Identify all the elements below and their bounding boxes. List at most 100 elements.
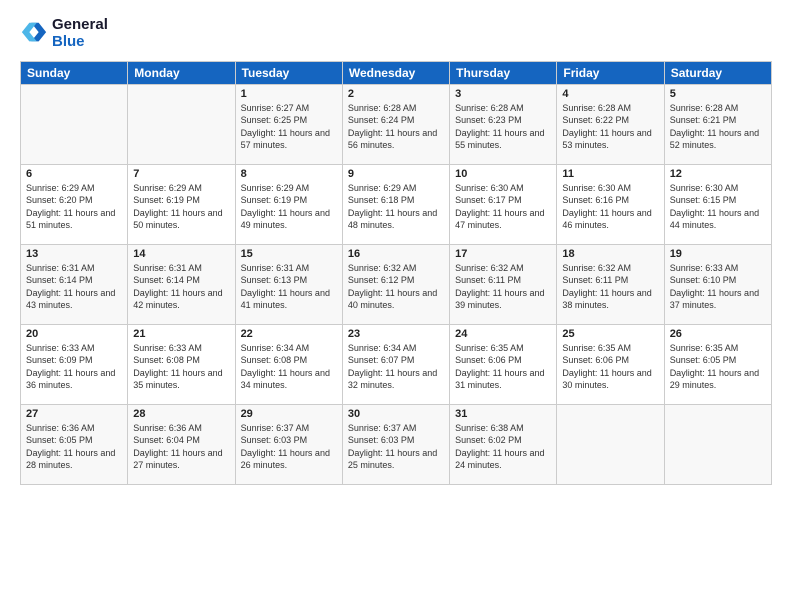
week-row-1: 1 Sunrise: 6:27 AM Sunset: 6:25 PM Daylig… [21,84,772,164]
cell-4-3: 22 Sunrise: 6:34 AM Sunset: 6:08 PM Dayli… [235,324,342,404]
cell-info: Sunrise: 6:28 AM Sunset: 6:22 PM Dayligh… [562,102,658,152]
day-number: 11 [562,168,658,180]
day-number: 4 [562,88,658,100]
cell-info: Sunrise: 6:36 AM Sunset: 6:05 PM Dayligh… [26,422,122,472]
cell-5-2: 28 Sunrise: 6:36 AM Sunset: 6:04 PM Dayli… [128,404,235,484]
col-header-wednesday: Wednesday [342,61,449,84]
cell-info: Sunrise: 6:37 AM Sunset: 6:03 PM Dayligh… [348,422,444,472]
week-row-2: 6 Sunrise: 6:29 AM Sunset: 6:20 PM Daylig… [21,164,772,244]
col-header-saturday: Saturday [664,61,771,84]
cell-info: Sunrise: 6:29 AM Sunset: 6:20 PM Dayligh… [26,182,122,232]
cell-2-5: 10Sunrise: 6:30 AM Sunset: 6:17 PM Dayli… [450,164,557,244]
header: General Blue [20,16,772,51]
cell-info: Sunrise: 6:29 AM Sunset: 6:19 PM Dayligh… [241,182,337,232]
day-number: 13 [26,248,122,260]
cell-info: Sunrise: 6:32 AM Sunset: 6:12 PM Dayligh… [348,262,444,312]
calendar-table: SundayMondayTuesdayWednesdayThursdayFrid… [20,61,772,485]
logo: General Blue [20,16,108,51]
cell-info: Sunrise: 6:29 AM Sunset: 6:19 PM Dayligh… [133,182,229,232]
col-header-sunday: Sunday [21,61,128,84]
col-header-thursday: Thursday [450,61,557,84]
cell-3-4: 16Sunrise: 6:32 AM Sunset: 6:12 PM Dayli… [342,244,449,324]
cell-1-6: 4 Sunrise: 6:28 AM Sunset: 6:22 PM Daylig… [557,84,664,164]
day-number: 23 [348,328,444,340]
cell-info: Sunrise: 6:35 AM Sunset: 6:06 PM Dayligh… [455,342,551,392]
cell-1-5: 3 Sunrise: 6:28 AM Sunset: 6:23 PM Daylig… [450,84,557,164]
col-header-tuesday: Tuesday [235,61,342,84]
day-number: 3 [455,88,551,100]
cell-5-4: 30 Sunrise: 6:37 AM Sunset: 6:03 PM Dayli… [342,404,449,484]
day-number: 26 [670,328,766,340]
cell-info: Sunrise: 6:30 AM Sunset: 6:15 PM Dayligh… [670,182,766,232]
cell-info: Sunrise: 6:36 AM Sunset: 6:04 PM Dayligh… [133,422,229,472]
cell-1-1 [21,84,128,164]
cell-3-7: 19 Sunrise: 6:33 AM Sunset: 6:10 PM Dayli… [664,244,771,324]
cell-info: Sunrise: 6:30 AM Sunset: 6:17 PM Dayligh… [455,182,551,232]
col-header-monday: Monday [128,61,235,84]
day-number: 9 [348,168,444,180]
week-row-4: 20Sunrise: 6:33 AM Sunset: 6:09 PM Dayli… [21,324,772,404]
cell-info: Sunrise: 6:31 AM Sunset: 6:14 PM Dayligh… [133,262,229,312]
day-number: 15 [241,248,337,260]
cell-1-3: 1 Sunrise: 6:27 AM Sunset: 6:25 PM Daylig… [235,84,342,164]
day-number: 28 [133,408,229,420]
day-number: 20 [26,328,122,340]
cell-info: Sunrise: 6:31 AM Sunset: 6:13 PM Dayligh… [241,262,337,312]
cell-5-6 [557,404,664,484]
cell-3-5: 17 Sunrise: 6:32 AM Sunset: 6:11 PM Dayli… [450,244,557,324]
page: General Blue SundayMondayTuesdayWednesda… [0,0,792,612]
cell-1-2 [128,84,235,164]
cell-4-2: 21 Sunrise: 6:33 AM Sunset: 6:08 PM Dayli… [128,324,235,404]
cell-4-5: 24Sunrise: 6:35 AM Sunset: 6:06 PM Dayli… [450,324,557,404]
header-row: SundayMondayTuesdayWednesdayThursdayFrid… [21,61,772,84]
day-number: 18 [562,248,658,260]
cell-info: Sunrise: 6:33 AM Sunset: 6:10 PM Dayligh… [670,262,766,312]
day-number: 14 [133,248,229,260]
cell-5-5: 31 Sunrise: 6:38 AM Sunset: 6:02 PM Dayli… [450,404,557,484]
day-number: 31 [455,408,551,420]
day-number: 19 [670,248,766,260]
cell-4-4: 23Sunrise: 6:34 AM Sunset: 6:07 PM Dayli… [342,324,449,404]
cell-info: Sunrise: 6:28 AM Sunset: 6:23 PM Dayligh… [455,102,551,152]
day-number: 21 [133,328,229,340]
day-number: 22 [241,328,337,340]
cell-info: Sunrise: 6:28 AM Sunset: 6:24 PM Dayligh… [348,102,444,152]
cell-2-2: 7 Sunrise: 6:29 AM Sunset: 6:19 PM Daylig… [128,164,235,244]
cell-3-1: 13 Sunrise: 6:31 AM Sunset: 6:14 PM Dayli… [21,244,128,324]
day-number: 17 [455,248,551,260]
day-number: 1 [241,88,337,100]
col-header-friday: Friday [557,61,664,84]
cell-info: Sunrise: 6:37 AM Sunset: 6:03 PM Dayligh… [241,422,337,472]
cell-info: Sunrise: 6:38 AM Sunset: 6:02 PM Dayligh… [455,422,551,472]
day-number: 6 [26,168,122,180]
cell-info: Sunrise: 6:28 AM Sunset: 6:21 PM Dayligh… [670,102,766,152]
cell-info: Sunrise: 6:29 AM Sunset: 6:18 PM Dayligh… [348,182,444,232]
day-number: 12 [670,168,766,180]
cell-3-2: 14 Sunrise: 6:31 AM Sunset: 6:14 PM Dayli… [128,244,235,324]
cell-info: Sunrise: 6:32 AM Sunset: 6:11 PM Dayligh… [455,262,551,312]
cell-1-4: 2Sunrise: 6:28 AM Sunset: 6:24 PM Daylig… [342,84,449,164]
day-number: 29 [241,408,337,420]
cell-4-7: 26Sunrise: 6:35 AM Sunset: 6:05 PM Dayli… [664,324,771,404]
cell-info: Sunrise: 6:27 AM Sunset: 6:25 PM Dayligh… [241,102,337,152]
cell-info: Sunrise: 6:30 AM Sunset: 6:16 PM Dayligh… [562,182,658,232]
day-number: 7 [133,168,229,180]
cell-4-1: 20Sunrise: 6:33 AM Sunset: 6:09 PM Dayli… [21,324,128,404]
day-number: 27 [26,408,122,420]
cell-3-6: 18Sunrise: 6:32 AM Sunset: 6:11 PM Dayli… [557,244,664,324]
cell-info: Sunrise: 6:31 AM Sunset: 6:14 PM Dayligh… [26,262,122,312]
cell-1-7: 5 Sunrise: 6:28 AM Sunset: 6:21 PM Daylig… [664,84,771,164]
cell-info: Sunrise: 6:33 AM Sunset: 6:08 PM Dayligh… [133,342,229,392]
cell-2-3: 8 Sunrise: 6:29 AM Sunset: 6:19 PM Daylig… [235,164,342,244]
cell-3-3: 15 Sunrise: 6:31 AM Sunset: 6:13 PM Dayli… [235,244,342,324]
week-row-3: 13 Sunrise: 6:31 AM Sunset: 6:14 PM Dayli… [21,244,772,324]
cell-5-1: 27 Sunrise: 6:36 AM Sunset: 6:05 PM Dayli… [21,404,128,484]
day-number: 8 [241,168,337,180]
day-number: 5 [670,88,766,100]
cell-5-3: 29 Sunrise: 6:37 AM Sunset: 6:03 PM Dayli… [235,404,342,484]
day-number: 30 [348,408,444,420]
cell-2-1: 6 Sunrise: 6:29 AM Sunset: 6:20 PM Daylig… [21,164,128,244]
logo-icon [20,19,48,47]
cell-info: Sunrise: 6:34 AM Sunset: 6:08 PM Dayligh… [241,342,337,392]
cell-info: Sunrise: 6:35 AM Sunset: 6:06 PM Dayligh… [562,342,658,392]
